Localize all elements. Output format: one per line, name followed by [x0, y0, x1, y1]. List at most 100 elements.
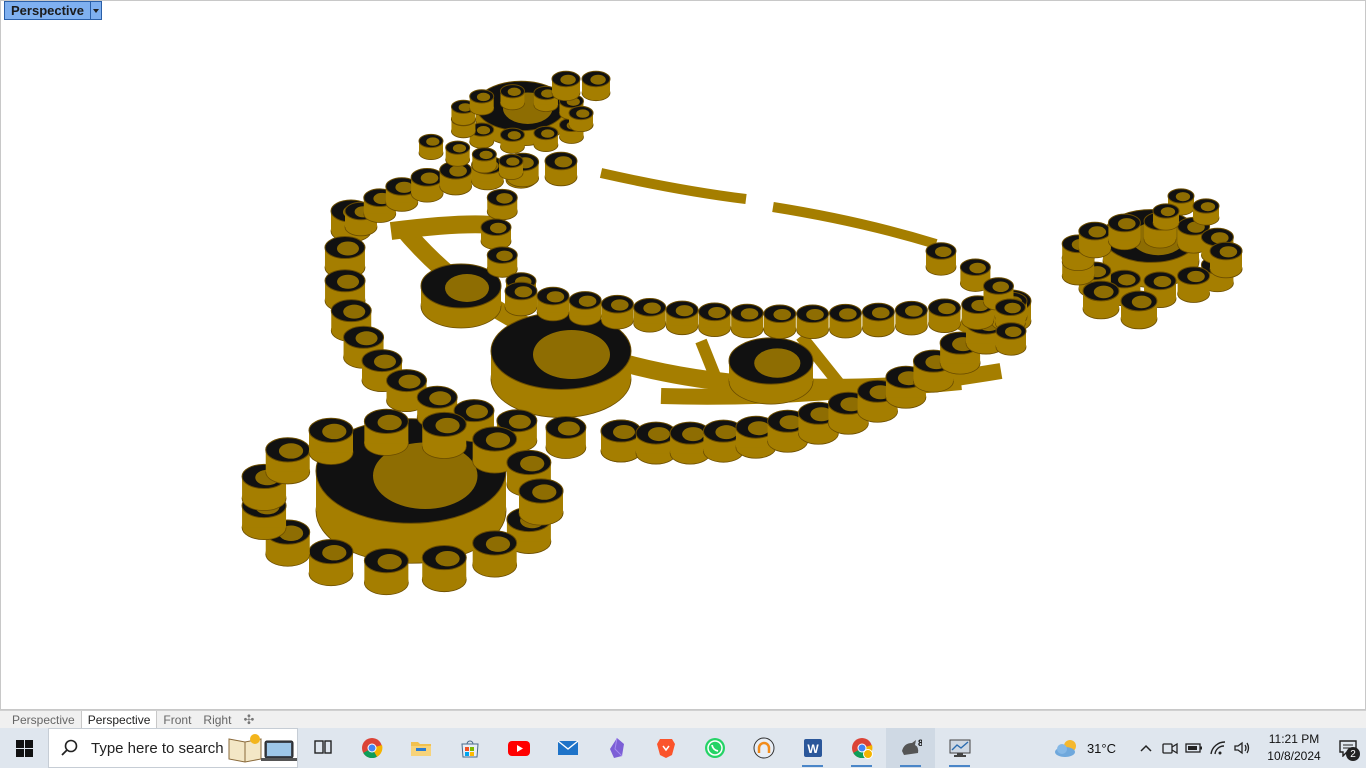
- chrome-taskbar-button[interactable]: [347, 728, 396, 768]
- chrome-profile-taskbar-button[interactable]: [837, 728, 886, 768]
- inner-chain-top-3[interactable]: [486, 246, 518, 278]
- windows-logo-icon: [15, 739, 33, 757]
- earring-bead-13[interactable]: [1209, 241, 1243, 279]
- inner-chain-lower-1[interactable]: [536, 286, 570, 322]
- top-flourish-bead-11[interactable]: [568, 105, 594, 133]
- battery-icon[interactable]: [1182, 728, 1206, 768]
- top-flourish-bead-3[interactable]: [499, 127, 525, 154]
- inner-chain-lower-7[interactable]: [730, 303, 764, 339]
- pendant-bead-12[interactable]: [421, 411, 467, 459]
- outer-chain-top-3[interactable]: [410, 168, 444, 203]
- right-medallion-ring[interactable]: [728, 337, 814, 405]
- inner-chain-lower-2[interactable]: [568, 291, 602, 326]
- search-icon: [61, 739, 78, 756]
- center-small-ring[interactable]: [420, 263, 502, 329]
- pendant-bead-3[interactable]: [421, 544, 467, 593]
- upper-strap-right[interactable]: [772, 202, 938, 249]
- tab-perspective-2[interactable]: Perspective: [80, 711, 158, 728]
- inner-chain-lower-3[interactable]: [600, 294, 634, 330]
- earring-top-bead-1[interactable]: [1192, 198, 1220, 226]
- outer-chain-bottom-1[interactable]: [635, 421, 677, 465]
- top-flourish-bead-8[interactable]: [499, 84, 525, 111]
- tab-perspective-1[interactable]: Perspective: [6, 711, 81, 728]
- obsidian-taskbar-button[interactable]: [592, 728, 641, 768]
- tab-front[interactable]: Front: [157, 711, 197, 728]
- taskbar-search-box[interactable]: Type here to search: [48, 728, 298, 768]
- inner-chain-lower-8[interactable]: [763, 304, 797, 339]
- inner-chain-lower-6[interactable]: [698, 302, 732, 338]
- display-app-taskbar-button[interactable]: [935, 728, 984, 768]
- earring-bead-2[interactable]: [1177, 266, 1211, 303]
- right-chain-end-0[interactable]: [925, 242, 957, 276]
- youtube-taskbar-button[interactable]: [494, 728, 543, 768]
- pendant-bead-15[interactable]: [518, 478, 564, 526]
- viewport-title-tab[interactable]: Perspective: [4, 1, 102, 20]
- brave-taskbar-button[interactable]: [641, 728, 690, 768]
- earring-bead-9[interactable]: [1107, 213, 1141, 251]
- tab-right[interactable]: Right: [197, 711, 237, 728]
- perspective-viewport[interactable]: Perspective: [0, 0, 1366, 710]
- inner-chain-lower-12[interactable]: [894, 300, 928, 336]
- show-hidden-icons-chevron-icon[interactable]: [1134, 728, 1158, 768]
- top-link-bead-3[interactable]: [498, 153, 524, 180]
- earring-top-bead-2[interactable]: [1152, 203, 1180, 231]
- top-end-bead-1[interactable]: [551, 70, 581, 102]
- add-viewport-tab-icon[interactable]: ✣: [237, 711, 260, 728]
- top-end-bead-0[interactable]: [581, 70, 611, 102]
- vpn-taskbar-button[interactable]: [739, 728, 788, 768]
- partly-cloudy-icon: [1054, 740, 1076, 757]
- microsoft-store-taskbar-button[interactable]: [445, 728, 494, 768]
- mail-taskbar-button[interactable]: [543, 728, 592, 768]
- right-chain-end-4[interactable]: [995, 322, 1027, 356]
- top-link-bead-1[interactable]: [445, 140, 471, 167]
- viewport-tab-bar: Perspective Perspective Front Right ✣: [0, 710, 1366, 728]
- rhino-window: Perspective Perspective Perspective Fron…: [0, 0, 1366, 768]
- top-flourish-bead-7[interactable]: [469, 89, 495, 116]
- top-link-bead-0[interactable]: [418, 133, 444, 160]
- clock-date: 10/8/2024: [1267, 749, 1321, 763]
- pendant-bead-9[interactable]: [265, 437, 311, 485]
- notification-count-badge: 2: [1346, 747, 1360, 761]
- notification-center-button[interactable]: 2: [1330, 728, 1366, 768]
- top-flourish-bead-2[interactable]: [533, 125, 559, 153]
- clock[interactable]: 11:21 PM 10/8/2024: [1258, 731, 1330, 765]
- search-placeholder: Type here to search: [91, 739, 224, 757]
- inner-chain-lower-5[interactable]: [665, 300, 699, 336]
- outer-chain-top-7[interactable]: [544, 151, 578, 187]
- earring-bead-8[interactable]: [1078, 221, 1112, 259]
- necklace-3d-model[interactable]: [1, 1, 1366, 710]
- earring-drop-bead-0[interactable]: [1082, 280, 1120, 320]
- pendant-bead-4[interactable]: [363, 548, 409, 596]
- inner-chain-top-1[interactable]: [486, 188, 518, 221]
- outer-chain-left-10[interactable]: [545, 416, 587, 459]
- upper-strap-left[interactable]: [599, 168, 747, 204]
- inner-chain-lower-13[interactable]: [928, 298, 962, 333]
- viewport-title[interactable]: Perspective: [5, 2, 90, 19]
- inner-chain-lower-0[interactable]: [504, 281, 538, 317]
- top-link-bead-2[interactable]: [471, 147, 497, 174]
- inner-chain-lower-11[interactable]: [861, 302, 895, 338]
- inner-chain-lower-4[interactable]: [633, 298, 667, 333]
- wifi-icon[interactable]: [1206, 728, 1230, 768]
- word-icon: W: [803, 739, 822, 757]
- start-button[interactable]: [0, 728, 48, 768]
- outer-chain-bottom-0[interactable]: [600, 419, 642, 463]
- viewport-menu-dropdown-icon[interactable]: [90, 2, 101, 19]
- volume-icon[interactable]: [1230, 728, 1254, 768]
- pendant-bead-11[interactable]: [363, 408, 409, 456]
- pendant-bead-2[interactable]: [472, 530, 518, 578]
- file-explorer-taskbar-button[interactable]: [396, 728, 445, 768]
- meet-now-icon[interactable]: [1158, 728, 1182, 768]
- pendant-bead-10[interactable]: [308, 417, 354, 465]
- weather-widget[interactable]: 31°C: [1053, 738, 1116, 758]
- rhino-8-taskbar-button[interactable]: 8: [886, 728, 935, 768]
- pendant-bead-5[interactable]: [308, 539, 354, 587]
- whatsapp-taskbar-button[interactable]: [690, 728, 739, 768]
- task-view-taskbar-button[interactable]: [298, 728, 347, 768]
- inner-chain-lower-10[interactable]: [828, 303, 862, 339]
- inner-chain-lower-9[interactable]: [796, 304, 830, 340]
- earring-drop-bead-1[interactable]: [1120, 290, 1158, 330]
- word-taskbar-button[interactable]: W: [788, 728, 837, 768]
- inner-chain-top-2[interactable]: [480, 218, 512, 250]
- whatsapp-icon: [704, 738, 725, 758]
